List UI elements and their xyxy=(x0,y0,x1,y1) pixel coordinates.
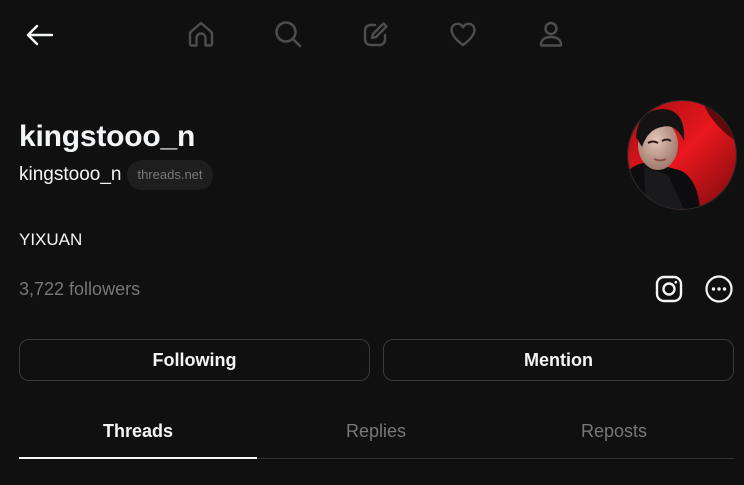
instagram-icon xyxy=(655,275,683,303)
profile-username: kingstooo_n xyxy=(19,164,122,185)
tab-replies[interactable]: Replies xyxy=(257,404,495,458)
compose-icon xyxy=(363,22,388,47)
following-button[interactable]: Following xyxy=(19,339,370,381)
mention-button[interactable]: Mention xyxy=(383,339,734,381)
heart-icon xyxy=(450,22,476,47)
nav-home-button[interactable] xyxy=(183,16,219,52)
nav-activity-button[interactable] xyxy=(445,16,481,52)
more-button[interactable] xyxy=(701,271,737,307)
profile-tabs: Threads Replies Reposts xyxy=(19,404,734,459)
avatar[interactable] xyxy=(627,100,737,210)
instagram-link[interactable] xyxy=(651,271,687,307)
nav-profile-button[interactable] xyxy=(533,16,569,52)
avatar-image xyxy=(628,101,736,209)
tab-threads[interactable]: Threads xyxy=(19,404,257,458)
nav-compose-button[interactable] xyxy=(358,16,394,52)
followers-count[interactable]: 3,722 followers xyxy=(19,279,140,300)
more-icon xyxy=(705,275,733,303)
search-icon xyxy=(275,21,302,48)
home-icon xyxy=(188,21,214,47)
handle-row: kingstooo_n threads.net xyxy=(19,160,213,190)
active-tab-indicator xyxy=(19,457,257,459)
profile-bio: YIXUAN xyxy=(19,230,83,249)
arrow-left-icon xyxy=(26,24,54,46)
profile-display-name: kingstooo_n xyxy=(19,120,196,153)
domain-badge[interactable]: threads.net xyxy=(127,160,213,190)
back-button[interactable] xyxy=(22,18,58,52)
nav-search-button[interactable] xyxy=(270,16,306,52)
tab-reposts[interactable]: Reposts xyxy=(495,404,733,458)
profile-icon xyxy=(539,21,563,47)
